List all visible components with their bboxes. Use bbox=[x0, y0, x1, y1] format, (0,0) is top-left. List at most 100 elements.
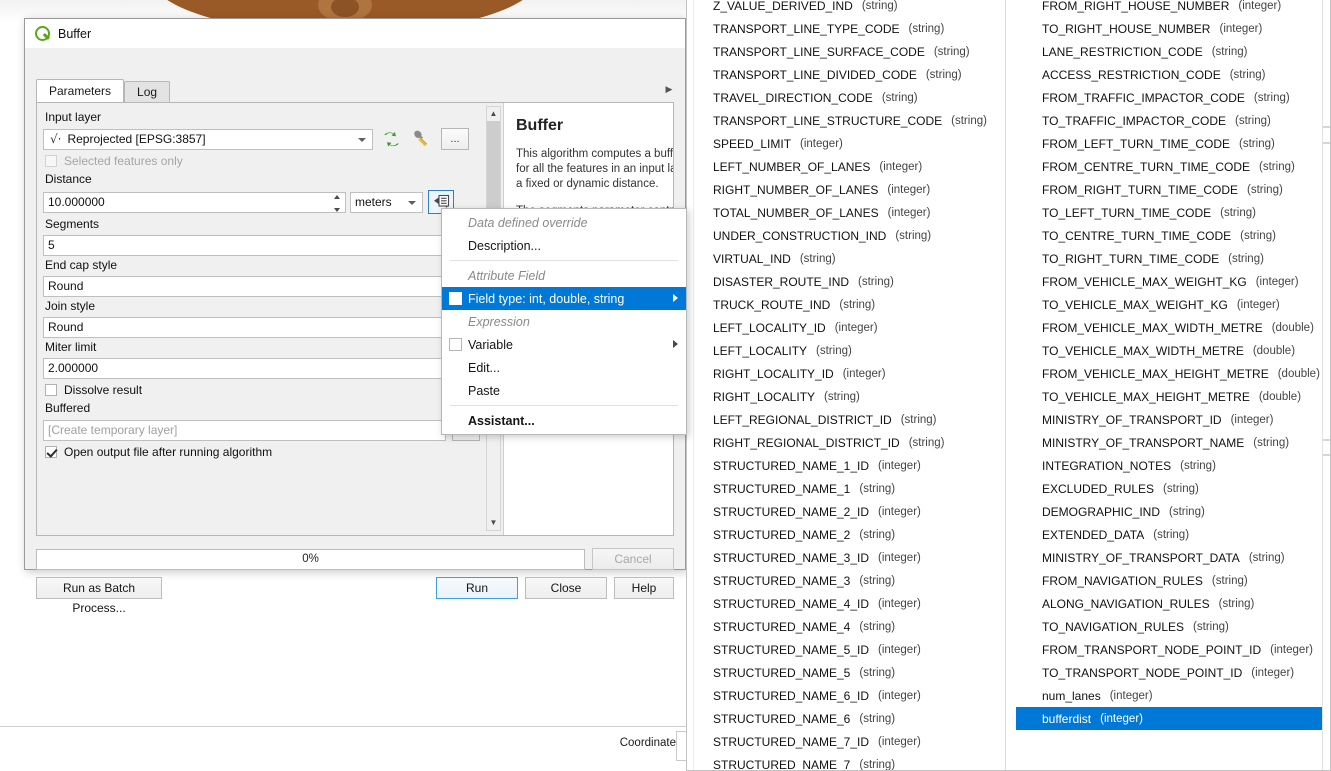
field-list-item[interactable]: UNDER_CONSTRUCTION_IND(string) bbox=[687, 224, 1005, 247]
field-list-item[interactable]: RIGHT_NUMBER_OF_LANES(integer) bbox=[687, 178, 1005, 201]
field-list-item[interactable]: STRUCTURED_NAME_2(string) bbox=[687, 523, 1005, 546]
field-list-item[interactable]: FROM_RIGHT_TURN_TIME_CODE(string) bbox=[1016, 178, 1325, 201]
field-list-item[interactable]: RIGHT_REGIONAL_DISTRICT_ID(string) bbox=[687, 431, 1005, 454]
field-list-item[interactable]: STRUCTURED_NAME_5(string) bbox=[687, 661, 1005, 684]
dissolve-result-row[interactable]: Dissolve result bbox=[45, 383, 503, 397]
field-list-item[interactable]: EXCLUDED_RULES(string) bbox=[1016, 477, 1325, 500]
field-list-item[interactable]: SPEED_LIMIT(integer) bbox=[687, 132, 1005, 155]
field-list-item[interactable]: MINISTRY_OF_TRANSPORT_NAME(string) bbox=[1016, 431, 1325, 454]
field-list-item[interactable]: FROM_VEHICLE_MAX_WIDTH_METRE(double) bbox=[1016, 316, 1325, 339]
field-list-item[interactable]: TO_VEHICLE_MAX_WIDTH_METRE(double) bbox=[1016, 339, 1325, 362]
field-list-item[interactable]: FROM_CENTRE_TURN_TIME_CODE(string) bbox=[1016, 155, 1325, 178]
input-layer-combo[interactable]: √⋅ Reprojected [EPSG:3857] bbox=[43, 129, 373, 150]
menu-item-assistant[interactable]: Assistant... bbox=[442, 409, 686, 432]
selected-features-row[interactable]: Selected features only bbox=[45, 154, 503, 168]
field-list-item[interactable]: DISASTER_ROUTE_IND(string) bbox=[687, 270, 1005, 293]
field-list-item[interactable]: STRUCTURED_NAME_7(string) bbox=[687, 753, 1005, 771]
field-list-item[interactable]: TRANSPORT_LINE_SURFACE_CODE(string) bbox=[687, 40, 1005, 63]
dissolve-result-checkbox[interactable] bbox=[45, 384, 57, 396]
tab-parameters[interactable]: Parameters bbox=[36, 79, 124, 102]
field-list-item[interactable]: TO_TRANSPORT_NODE_POINT_ID(integer) bbox=[1016, 661, 1325, 684]
scroll-up-icon[interactable]: ▲ bbox=[487, 107, 500, 121]
menu-item-field-type[interactable]: Field type: int, double, string bbox=[442, 287, 686, 310]
field-list-item[interactable]: DEMOGRAPHIC_IND(string) bbox=[1016, 500, 1325, 523]
field-list-item[interactable]: LEFT_REGIONAL_DISTRICT_ID(string) bbox=[687, 408, 1005, 431]
field-list-item[interactable]: FROM_RIGHT_HOUSE_NUMBER(integer) bbox=[1016, 0, 1325, 17]
field-list-item[interactable]: LANE_RESTRICTION_CODE(string) bbox=[1016, 40, 1325, 63]
field-list-item[interactable]: FROM_NAVIGATION_RULES(string) bbox=[1016, 569, 1325, 592]
distance-input[interactable]: 10.000000 bbox=[43, 192, 346, 213]
field-list-item[interactable]: LEFT_LOCALITY_ID(integer) bbox=[687, 316, 1005, 339]
field-list-item[interactable]: num_lanes(integer) bbox=[1016, 684, 1325, 707]
field-list-item[interactable]: FROM_LEFT_TURN_TIME_CODE(string) bbox=[1016, 132, 1325, 155]
field-list-item[interactable]: STRUCTURED_NAME_3_ID(integer) bbox=[687, 546, 1005, 569]
field-type-checkbox[interactable] bbox=[449, 292, 462, 305]
field-list-item[interactable]: TRANSPORT_LINE_DIVIDED_CODE(string) bbox=[687, 63, 1005, 86]
menu-item-variable[interactable]: Variable bbox=[442, 333, 686, 356]
field-list-item[interactable]: TRANSPORT_LINE_TYPE_CODE(string) bbox=[687, 17, 1005, 40]
field-list-item[interactable]: STRUCTURED_NAME_4(string) bbox=[687, 615, 1005, 638]
tab-overflow-arrow-icon[interactable]: ▶ bbox=[664, 80, 674, 98]
dialog-titlebar[interactable]: Buffer bbox=[25, 19, 685, 48]
refresh-icon[interactable] bbox=[378, 128, 404, 150]
field-list-item[interactable]: ACCESS_RESTRICTION_CODE(string) bbox=[1016, 63, 1325, 86]
miter-limit-input[interactable]: 2.000000 bbox=[43, 358, 480, 379]
field-list-item[interactable]: TO_VEHICLE_MAX_WEIGHT_KG(integer) bbox=[1016, 293, 1325, 316]
field-list-item[interactable]: STRUCTURED_NAME_6(string) bbox=[687, 707, 1005, 730]
field-list-item[interactable]: TRAVEL_DIRECTION_CODE(string) bbox=[687, 86, 1005, 109]
field-list-item[interactable]: RIGHT_LOCALITY(string) bbox=[687, 385, 1005, 408]
selected-features-checkbox[interactable] bbox=[45, 155, 57, 167]
end-cap-style-combo[interactable]: Round bbox=[43, 276, 480, 297]
help-button[interactable]: Help bbox=[614, 577, 674, 599]
field-list-item[interactable]: RIGHT_LOCALITY_ID(integer) bbox=[687, 362, 1005, 385]
cancel-button[interactable]: Cancel bbox=[592, 548, 674, 570]
scroll-down-icon[interactable]: ▼ bbox=[487, 516, 500, 530]
menu-item-edit[interactable]: Edit... bbox=[442, 356, 686, 379]
field-list-item[interactable]: TRANSPORT_LINE_STRUCTURE_CODE(string) bbox=[687, 109, 1005, 132]
field-list-item[interactable]: TO_NAVIGATION_RULES(string) bbox=[1016, 615, 1325, 638]
run-button[interactable]: Run bbox=[436, 577, 518, 599]
field-list-item[interactable]: STRUCTURED_NAME_7_ID(integer) bbox=[687, 730, 1005, 753]
field-list-item[interactable]: TO_LEFT_TURN_TIME_CODE(string) bbox=[1016, 201, 1325, 224]
field-list-item[interactable]: TO_RIGHT_HOUSE_NUMBER(integer) bbox=[1016, 17, 1325, 40]
tab-log[interactable]: Log bbox=[124, 81, 170, 102]
variable-checkbox[interactable] bbox=[449, 338, 462, 351]
field-list-item[interactable]: bufferdist(integer) bbox=[1016, 707, 1325, 730]
field-list-item[interactable]: TO_TRAFFIC_IMPACTOR_CODE(string) bbox=[1016, 109, 1325, 132]
buffered-output-input[interactable]: [Create temporary layer] bbox=[43, 420, 446, 441]
field-list-item[interactable]: STRUCTURED_NAME_1_ID(integer) bbox=[687, 454, 1005, 477]
field-list-item[interactable]: MINISTRY_OF_TRANSPORT_DATA(string) bbox=[1016, 546, 1325, 569]
field-list-item[interactable]: TO_VEHICLE_MAX_HEIGHT_METRE(double) bbox=[1016, 385, 1325, 408]
field-list-item[interactable]: TO_CENTRE_TURN_TIME_CODE(string) bbox=[1016, 224, 1325, 247]
field-list-item[interactable]: FROM_TRANSPORT_NODE_POINT_ID(integer) bbox=[1016, 638, 1325, 661]
field-list-item[interactable]: STRUCTURED_NAME_1(string) bbox=[687, 477, 1005, 500]
open-output-row[interactable]: Open output file after running algorithm bbox=[45, 445, 503, 459]
field-list-item[interactable]: TOTAL_NUMBER_OF_LANES(integer) bbox=[687, 201, 1005, 224]
field-list-item[interactable]: STRUCTURED_NAME_6_ID(integer) bbox=[687, 684, 1005, 707]
input-layer-browse-button[interactable]: ... bbox=[441, 128, 469, 150]
distance-units-combo[interactable]: meters bbox=[350, 192, 423, 213]
field-list-item[interactable]: MINISTRY_OF_TRANSPORT_ID(integer) bbox=[1016, 408, 1325, 431]
segments-input[interactable]: 5 bbox=[43, 235, 480, 256]
field-list-scrollbar[interactable] bbox=[1322, 0, 1330, 770]
close-button[interactable]: Close bbox=[525, 577, 607, 599]
field-list-item[interactable]: STRUCTURED_NAME_5_ID(integer) bbox=[687, 638, 1005, 661]
field-list-item[interactable]: VIRTUAL_IND(string) bbox=[687, 247, 1005, 270]
field-list-item[interactable]: FROM_TRAFFIC_IMPACTOR_CODE(string) bbox=[1016, 86, 1325, 109]
field-list-item[interactable]: FROM_VEHICLE_MAX_WEIGHT_KG(integer) bbox=[1016, 270, 1325, 293]
distance-stepper[interactable] bbox=[330, 195, 343, 212]
field-list-item[interactable]: FROM_VEHICLE_MAX_HEIGHT_METRE(double) bbox=[1016, 362, 1325, 385]
field-list-item[interactable]: LEFT_LOCALITY(string) bbox=[687, 339, 1005, 362]
wrench-icon[interactable] bbox=[409, 128, 435, 150]
run-as-batch-process-button[interactable]: Run as Batch Process... bbox=[36, 577, 162, 599]
field-list-item[interactable]: INTEGRATION_NOTES(string) bbox=[1016, 454, 1325, 477]
menu-item-description[interactable]: Description... bbox=[442, 234, 686, 257]
join-style-combo[interactable]: Round bbox=[43, 317, 480, 338]
field-list-item[interactable]: STRUCTURED_NAME_2_ID(integer) bbox=[687, 500, 1005, 523]
field-list-item[interactable]: TO_RIGHT_TURN_TIME_CODE(string) bbox=[1016, 247, 1325, 270]
field-list-item[interactable]: STRUCTURED_NAME_4_ID(integer) bbox=[687, 592, 1005, 615]
field-list-item[interactable]: Z_VALUE_DERIVED_IND(string) bbox=[687, 0, 1005, 17]
field-list-item[interactable]: TRUCK_ROUTE_IND(string) bbox=[687, 293, 1005, 316]
open-output-checkbox[interactable] bbox=[45, 446, 57, 458]
field-list-item[interactable]: EXTENDED_DATA(string) bbox=[1016, 523, 1325, 546]
